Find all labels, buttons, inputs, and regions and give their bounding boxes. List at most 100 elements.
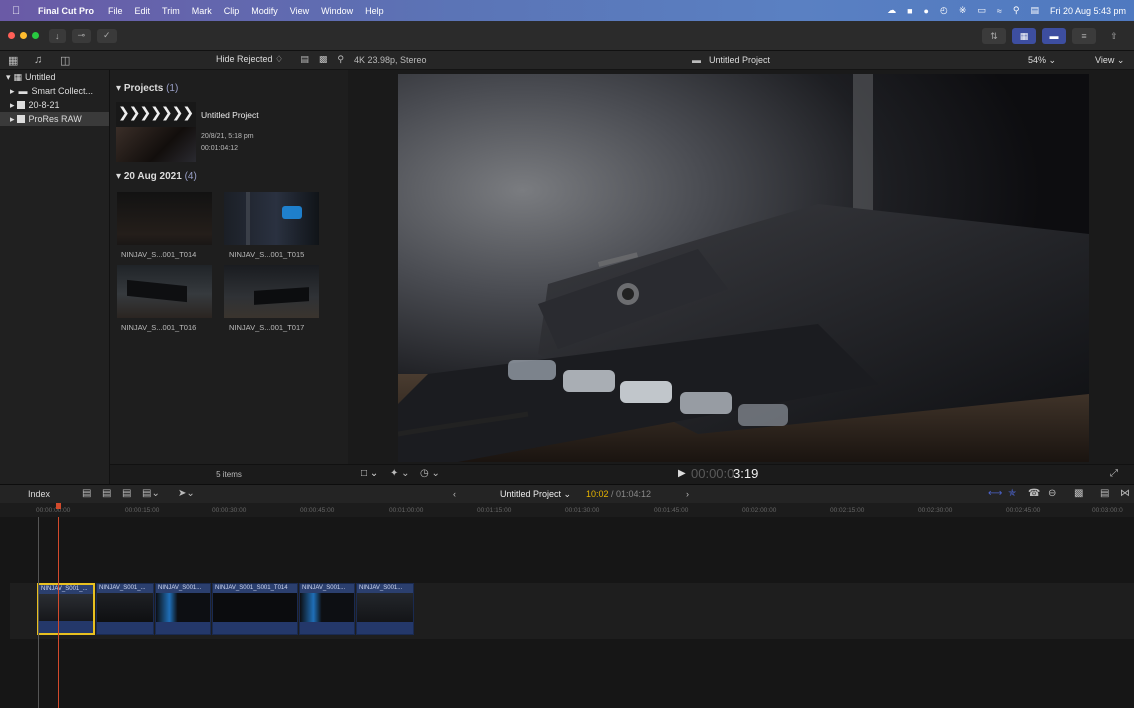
- libraries-icon[interactable]: ▦: [8, 54, 26, 67]
- back-arrow-icon[interactable]: ‹: [453, 489, 456, 499]
- cloud-icon[interactable]: ☁: [887, 5, 896, 16]
- connect-clip-icon[interactable]: ▤: [82, 488, 91, 499]
- skimmer-line: [38, 517, 39, 708]
- overwrite-clip-icon[interactable]: ▤⌄: [142, 488, 160, 499]
- effects-icon[interactable]: ▤: [1100, 488, 1109, 499]
- timeline-toggle-button[interactable]: ▬: [1042, 28, 1066, 44]
- select-tool-icon[interactable]: ➤⌄: [178, 488, 195, 499]
- menu-clock[interactable]: Fri 20 Aug 5:43 pm: [1050, 6, 1126, 16]
- clip-label: NINJAV_S...001_T015: [229, 250, 305, 259]
- sidebar-item-event-20-8-21[interactable]: ▸ 20-8-21: [0, 98, 109, 112]
- audio-skimming-icon[interactable]: ☎: [1028, 488, 1040, 499]
- menu-help[interactable]: Help: [365, 6, 384, 16]
- menu-clip[interactable]: Clip: [224, 6, 240, 16]
- clip-thumbnail-t014[interactable]: [117, 192, 212, 245]
- menu-window[interactable]: Window: [321, 6, 353, 16]
- clip-appearance-icon[interactable]: ▩: [1074, 488, 1083, 499]
- menu-app-name[interactable]: Final Cut Pro: [38, 6, 94, 16]
- hide-rejected-filter[interactable]: Hide Rejected ♢: [216, 54, 283, 65]
- control-center-icon[interactable]: ▤: [1030, 5, 1039, 16]
- browser-toggle-button[interactable]: ▦: [1012, 28, 1036, 44]
- spotlight-search-icon[interactable]: ⚲: [1013, 5, 1020, 16]
- share-icon[interactable]: ⇧: [1102, 28, 1126, 44]
- bluetooth-icon[interactable]: ※: [959, 5, 967, 16]
- timeline-index-button[interactable]: Index: [28, 489, 50, 499]
- app-status-icon[interactable]: ■: [907, 6, 912, 16]
- apple-icon[interactable]: : [12, 5, 32, 17]
- wifi-icon[interactable]: ≈: [997, 6, 1002, 16]
- retime-button[interactable]: ◷ ⌄: [420, 468, 440, 479]
- keywords-button[interactable]: ⊸: [71, 28, 92, 43]
- sidebar-item-prores-raw[interactable]: ▸ ProRes RAW: [0, 112, 109, 126]
- minimize-window-button[interactable]: [20, 32, 27, 39]
- fullscreen-icon[interactable]: ⤢: [1110, 468, 1118, 479]
- sidebar-item-smart-collections[interactable]: ▸ ▬ Smart Collect...: [0, 84, 109, 98]
- ruler-tick: 00:01:45:00: [654, 507, 689, 514]
- project-name[interactable]: Untitled Project: [201, 110, 259, 120]
- menu-trim[interactable]: Trim: [162, 6, 180, 16]
- ruler-tick: 00:02:30:00: [918, 507, 953, 514]
- insert-clip-icon[interactable]: ▤: [102, 488, 111, 499]
- timeline-project-menu[interactable]: Untitled Project ⌄: [500, 489, 571, 500]
- skimming-icon[interactable]: ⟷: [988, 488, 1002, 499]
- inspector-toggle-button[interactable]: ≡: [1072, 28, 1096, 44]
- photos-audio-icon[interactable]: ♫: [34, 54, 52, 66]
- timeline-clip[interactable]: NINJAV_S001_...: [96, 583, 154, 635]
- menu-modify[interactable]: Modify: [251, 6, 278, 16]
- forward-arrow-icon[interactable]: ›: [686, 489, 689, 499]
- event-icon: [16, 101, 25, 109]
- enhance-button[interactable]: ✦ ⌄: [390, 468, 410, 479]
- view-menu[interactable]: View ⌄: [1095, 55, 1124, 66]
- sidebar-item-library[interactable]: ▾ ▦ Untitled: [0, 70, 109, 84]
- battery-icon[interactable]: ▭: [977, 5, 986, 16]
- close-window-button[interactable]: [8, 32, 15, 39]
- effects-browser-button[interactable]: ⇅: [982, 28, 1006, 44]
- sidebar-item-label: 20-8-21: [28, 100, 60, 110]
- menu-edit[interactable]: Edit: [135, 6, 151, 16]
- titles-generators-icon[interactable]: ◫: [60, 54, 78, 67]
- event-section-header[interactable]: ▾ 20 Aug 2021 (4): [116, 171, 197, 182]
- timeline-ruler[interactable]: 00:00:00:00 00:00:15:00 00:00:30:00 00:0…: [0, 503, 1134, 517]
- ruler-tick: 00:00:15:00: [125, 507, 160, 514]
- timeline-clip[interactable]: NINJAV_S001...: [155, 583, 211, 635]
- menu-file[interactable]: File: [108, 6, 123, 16]
- background-tasks-button[interactable]: ✓: [97, 28, 117, 43]
- timeline-clip[interactable]: NINJAV_S001...: [356, 583, 414, 635]
- timeline-area[interactable]: NINJAV_S001_... NINJAV_S001_... NINJAV_S…: [0, 517, 1134, 708]
- import-button[interactable]: ↓: [49, 28, 66, 43]
- snapping-icon[interactable]: ✯: [1008, 488, 1016, 499]
- zoom-menu[interactable]: 54% ⌄: [1028, 55, 1056, 66]
- playhead[interactable]: [58, 517, 59, 708]
- menu-mark[interactable]: Mark: [192, 6, 212, 16]
- timecode-display-dim: 00:00:0: [691, 466, 735, 481]
- clip-appearance-icon[interactable]: ▤: [300, 54, 309, 65]
- timeline-clip[interactable]: NINJAV_S001...: [299, 583, 355, 635]
- playhead-handle[interactable]: [56, 503, 61, 509]
- clip-thumbnail-t015[interactable]: [224, 192, 319, 245]
- creative-cloud-icon[interactable]: ●: [924, 6, 929, 16]
- filmstrip-view-icon[interactable]: ▩: [319, 54, 328, 65]
- ruler-tick: 00:02:00:00: [742, 507, 777, 514]
- toolbar: ↓ ⊸ ✓ ⇅ ▦ ▬ ≡ ⇧: [0, 21, 1134, 51]
- append-clip-icon[interactable]: ▤: [122, 488, 131, 499]
- menu-view[interactable]: View: [290, 6, 309, 16]
- timeline-clip[interactable]: NINJAV_S001_S001_T014: [212, 583, 298, 635]
- timecode-display: 3:19: [733, 466, 759, 481]
- play-button[interactable]: ▶: [678, 468, 686, 479]
- menu-bar:  Final Cut Pro File Edit Trim Mark Clip…: [0, 0, 1134, 21]
- crop-transform-button[interactable]: □ ⌄: [361, 468, 378, 479]
- search-icon[interactable]: ⚲: [337, 54, 344, 65]
- timeline-clip[interactable]: NINJAV_S001_...: [37, 583, 95, 635]
- clip-label: NINJAV_S...001_T014: [121, 250, 197, 259]
- clip-thumbnail-t016[interactable]: [117, 265, 212, 318]
- projects-section-header[interactable]: ▾ Projects (1): [116, 83, 178, 94]
- viewer-frame[interactable]: [398, 74, 1089, 462]
- viewer-title: Untitled Project: [709, 55, 771, 65]
- clock-icon[interactable]: ◴: [940, 5, 948, 16]
- zoom-window-button[interactable]: [32, 32, 39, 39]
- solo-icon[interactable]: ⊖: [1048, 488, 1056, 499]
- project-thumbnail[interactable]: ❯❯❯❯❯❯❯: [116, 102, 196, 162]
- clip-thumbnail-t017[interactable]: [224, 265, 319, 318]
- transitions-icon[interactable]: ⋈: [1120, 488, 1130, 499]
- project-date: 20/8/21, 5:18 pm: [201, 133, 254, 140]
